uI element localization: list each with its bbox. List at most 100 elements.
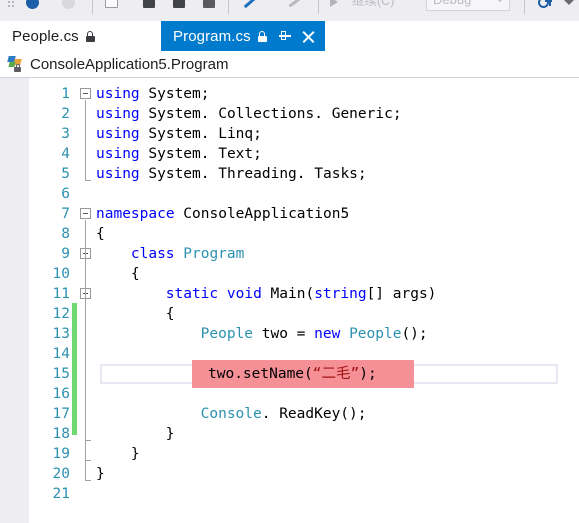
solution-configuration-value: Debug	[433, 0, 471, 7]
line-number: 19	[52, 446, 70, 462]
code-line[interactable]: 19}	[0, 444, 579, 464]
start-debug-label: 继续(C)	[352, 0, 395, 8]
play-triangle-icon	[330, 0, 338, 7]
code-text: class Program	[130, 246, 245, 262]
code-line[interactable]: 21	[0, 484, 579, 504]
outlining-collapse-icon[interactable]	[80, 208, 91, 219]
line-number: 2	[61, 106, 70, 122]
code-editor[interactable]: 1 using System; 2 using System. Collections…	[0, 78, 579, 523]
code-line[interactable]: 6	[0, 184, 579, 204]
line-number: 1	[61, 86, 70, 102]
editor-navigation-bar[interactable]: ConsoleApplication5.Program	[0, 51, 579, 78]
code-line[interactable]: 10 {	[0, 264, 579, 284]
toolbar-separator	[318, 0, 319, 14]
outlining-guide-foot	[85, 440, 91, 441]
code-text: Console. ReadKey();	[200, 406, 367, 422]
line-number: 10	[52, 266, 70, 282]
undo-button[interactable]	[243, 0, 257, 13]
code-line[interactable]: 8{	[0, 224, 579, 244]
back-nav-button[interactable]	[26, 0, 39, 13]
outlining-guide-line	[85, 300, 86, 440]
outlining-collapse-icon[interactable]	[80, 88, 91, 99]
highlighted-code-text: two.setName(“二毛”);	[208, 366, 377, 382]
code-line[interactable]: 17 Console. ReadKey();	[0, 404, 579, 424]
outlining-guide-foot	[85, 480, 91, 481]
main-toolbar: 继续(C) Debug	[0, 0, 579, 22]
drag-handle-dots-icon	[8, 0, 14, 7]
code-line[interactable]: 13 People two = new People();	[0, 324, 579, 344]
code-text: static void Main(string[] args)	[165, 286, 437, 302]
line-number: 9	[61, 246, 70, 262]
line-number: 13	[52, 326, 70, 342]
code-text: }	[130, 446, 140, 462]
open-folder-icon	[143, 0, 155, 8]
lock-icon	[85, 30, 95, 42]
line-number: 8	[61, 226, 70, 242]
code-line[interactable]: 12 {	[0, 304, 579, 324]
redo-wand-icon	[288, 0, 301, 7]
editor-tab-strip: People.cs Program.cs	[0, 21, 579, 51]
line-number: 17	[52, 406, 70, 422]
toolbar-overflow-button[interactable]	[564, 0, 574, 13]
line-number: 14	[52, 346, 70, 362]
line-number: 4	[61, 146, 70, 162]
line-number: 3	[61, 126, 70, 142]
code-text: {	[165, 306, 175, 322]
lock-icon	[257, 30, 267, 42]
code-text: {	[130, 266, 140, 282]
toolbar-separator	[228, 0, 229, 14]
outlining-guide-line	[85, 100, 86, 180]
code-text: using System. Text;	[96, 146, 262, 162]
code-line[interactable]: 4 using System. Text;	[0, 144, 579, 164]
code-text: using System. Threading. Tasks;	[96, 166, 367, 182]
forward-nav-icon	[62, 0, 75, 9]
tab-people-cs[interactable]: People.cs	[0, 21, 107, 51]
new-file-icon	[105, 0, 118, 8]
toolbar-separator	[92, 0, 93, 14]
key-icon	[538, 0, 552, 8]
new-file-button[interactable]	[105, 0, 118, 13]
save-all-icon	[203, 0, 215, 8]
save-button[interactable]	[173, 0, 185, 13]
forward-nav-button[interactable]	[62, 0, 75, 13]
save-all-button[interactable]	[203, 0, 215, 13]
code-text: }	[165, 426, 175, 442]
quick-launch-button[interactable]	[538, 0, 552, 13]
tab-program-cs[interactable]: Program.cs	[161, 21, 325, 51]
chevron-down-icon	[497, 0, 503, 2]
line-number: 21	[52, 486, 70, 502]
tab-people-cs-label: People.cs	[12, 27, 79, 45]
line-number: 11	[52, 286, 70, 302]
save-icon	[173, 0, 185, 8]
code-line[interactable]: 3 using System. Linq;	[0, 124, 579, 144]
toolbar-drag-handle[interactable]	[8, 0, 14, 13]
pin-tab-icon[interactable]	[278, 30, 291, 43]
line-number: 7	[61, 206, 70, 222]
code-text: using System. Collections. Generic;	[96, 106, 402, 122]
code-line[interactable]: 20}	[0, 464, 579, 484]
start-debug-button[interactable]	[330, 0, 338, 13]
redo-button[interactable]	[288, 0, 301, 13]
line-number: 16	[52, 386, 70, 402]
code-text: People two = new People();	[200, 326, 428, 342]
code-text: using System;	[96, 86, 210, 102]
undo-pen-icon	[243, 0, 257, 8]
code-line[interactable]: 5 using System. Threading. Tasks;	[0, 164, 579, 184]
class-members-icon	[7, 56, 25, 72]
back-nav-icon	[26, 0, 39, 9]
line-number: 12	[52, 306, 70, 322]
line-number: 15	[52, 366, 70, 382]
line-number: 20	[52, 466, 70, 482]
code-line[interactable]: 18}	[0, 424, 579, 444]
navigation-bar-label: ConsoleApplication5.Program	[30, 55, 229, 73]
line-number: 6	[61, 186, 70, 202]
code-text: using System. Linq;	[96, 126, 262, 142]
solution-configuration-select[interactable]: Debug	[426, 0, 510, 11]
toolbar-separator	[524, 0, 525, 14]
open-folder-button[interactable]	[143, 0, 155, 13]
outlining-guide-foot	[85, 180, 91, 181]
code-line[interactable]: 2 using System. Collections. Generic;	[0, 104, 579, 124]
code-text: namespace ConsoleApplication5	[96, 206, 350, 222]
line-number: 18	[52, 426, 70, 442]
close-tab-icon[interactable]	[302, 30, 315, 43]
